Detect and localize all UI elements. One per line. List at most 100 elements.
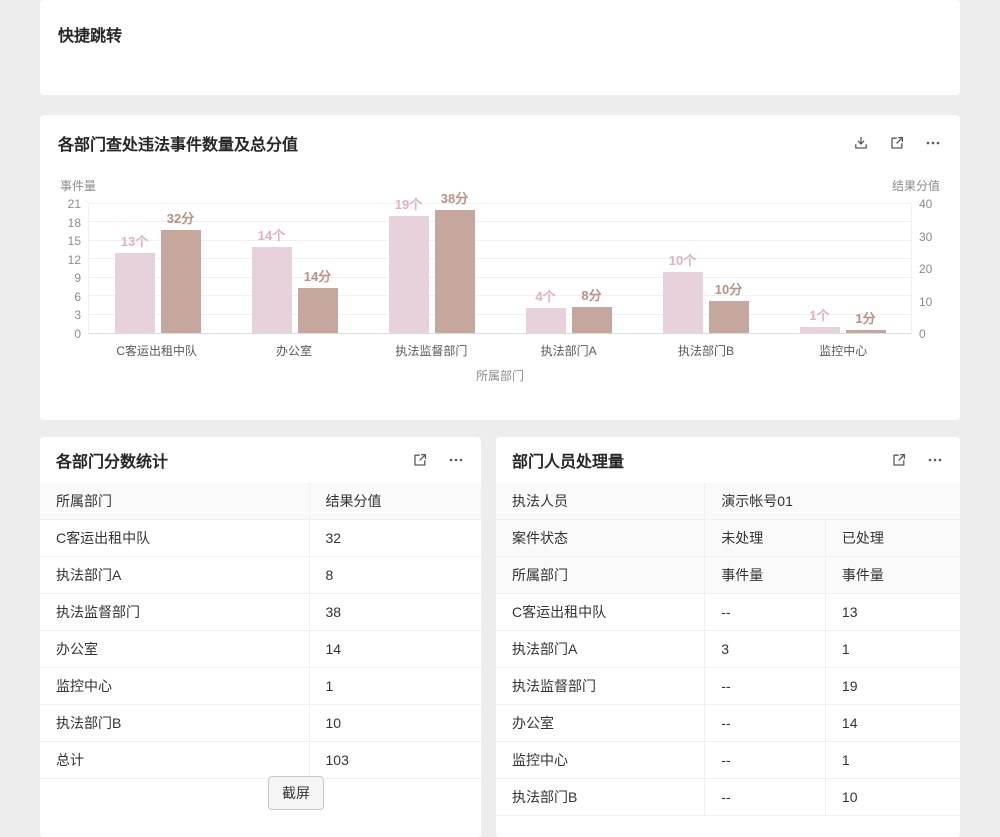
table-cell: 办公室: [40, 631, 309, 668]
screenshot-button[interactable]: 截屏: [268, 776, 324, 810]
table-row: 监控中心1: [40, 668, 481, 705]
open-in-new-icon[interactable]: [888, 134, 906, 152]
bottom-row: 各部门分数统计 所属部门结果分值 C客运出租中队32执法部门A8执法监督部门38…: [40, 437, 960, 837]
table-row: 办公室--14: [496, 705, 960, 742]
bar-value-label: 4个: [535, 286, 555, 305]
bar-value-label: 1分: [855, 308, 875, 327]
table-header-cell: 所属部门: [496, 557, 705, 594]
bar-value-label: 38分: [441, 188, 468, 207]
more-icon[interactable]: [924, 134, 942, 152]
bar-结果分值[interactable]: 32分: [161, 230, 201, 333]
table-header-cell: 未处理: [705, 520, 826, 557]
table-cell: 1: [825, 742, 960, 779]
table-cell: 办公室: [496, 705, 705, 742]
bar-结果分值[interactable]: 8分: [572, 307, 612, 333]
table-cell: 监控中心: [40, 668, 309, 705]
bar-group: 1个 1分: [774, 204, 911, 333]
axis-titles: 事件量 结果分值: [58, 177, 942, 194]
bar-结果分值[interactable]: 1分: [846, 330, 886, 333]
left-axis-ticks: 036912151821: [58, 204, 88, 334]
table-header-row: 执法人员演示帐号01: [496, 483, 960, 520]
bar-事件量[interactable]: 10个: [663, 272, 703, 333]
table-cell: 1: [309, 668, 481, 705]
staff-table-body: C客运出租中队--13执法部门A31执法监督部门--19办公室--14监控中心-…: [496, 594, 960, 816]
table-cell: 1: [825, 631, 960, 668]
table-cell: 总计: [40, 742, 309, 779]
open-in-new-icon[interactable]: [411, 451, 429, 469]
table-cell: 10: [825, 779, 960, 816]
dashboard-page: 快捷跳转 各部门查处违法事件数量及总分值 事件量 结果分值: [0, 0, 1000, 837]
bar-事件量[interactable]: 4个: [526, 308, 566, 333]
bar-value-label: 1个: [809, 305, 829, 324]
score-table: 所属部门结果分值 C客运出租中队32执法部门A8执法监督部门38办公室14监控中…: [40, 483, 481, 779]
table-cell: 14: [309, 631, 481, 668]
more-icon[interactable]: [926, 451, 944, 469]
table-row: C客运出租中队32: [40, 520, 481, 557]
table-header-row: 所属部门结果分值: [40, 483, 481, 520]
table-cell: 103: [309, 742, 481, 779]
bar-value-label: 13个: [121, 231, 148, 250]
left-axis-title: 事件量: [60, 177, 96, 194]
bar-事件量[interactable]: 19个: [389, 216, 429, 333]
table-cell: 38: [309, 594, 481, 631]
category-label: 执法部门A: [500, 342, 637, 359]
x-axis-title: 所属部门: [58, 367, 942, 384]
bar-groups: 13个32分14个14分19个38分4个8分10个10分1个1分: [89, 204, 911, 333]
table-header-cell: 结果分值: [309, 483, 481, 520]
table-row: 执法部门A31: [496, 631, 960, 668]
table-cell: 14: [825, 705, 960, 742]
bar-事件量[interactable]: 1个: [800, 327, 840, 333]
score-card-header: 各部门分数统计: [40, 437, 481, 483]
staff-card-actions: [890, 451, 944, 469]
table-row: 执法部门B10: [40, 705, 481, 742]
left-axis-tick-label: 21: [68, 198, 81, 210]
bar-结果分值[interactable]: 10分: [709, 301, 749, 333]
table-cell: 32: [309, 520, 481, 557]
category-label: C客运出租中队: [88, 342, 225, 359]
table-cell: 执法部门B: [40, 705, 309, 742]
score-card-actions: [411, 451, 465, 469]
table-cell: 19: [825, 668, 960, 705]
quick-jump-title: 快捷跳转: [58, 22, 942, 46]
download-icon[interactable]: [852, 134, 870, 152]
right-axis-tick-label: 30: [919, 231, 932, 243]
score-table-head: 所属部门结果分值: [40, 483, 481, 520]
table-row: 办公室14: [40, 631, 481, 668]
left-axis-tick-label: 18: [68, 217, 81, 229]
bar-结果分值[interactable]: 38分: [435, 210, 475, 333]
bar-结果分值[interactable]: 14分: [298, 288, 338, 333]
bar-value-label: 19个: [395, 194, 422, 213]
table-cell: 执法部门B: [496, 779, 705, 816]
chart-card-actions: [852, 134, 942, 152]
table-header-cell: 案件状态: [496, 520, 705, 557]
category-label: 办公室: [225, 342, 362, 359]
table-cell: 监控中心: [496, 742, 705, 779]
table-row: 执法部门A8: [40, 557, 481, 594]
open-in-new-icon[interactable]: [890, 451, 908, 469]
chart-plot: 13个32分14个14分19个38分4个8分10个10分1个1分: [88, 204, 912, 334]
more-icon[interactable]: [447, 451, 465, 469]
category-label: 执法监督部门: [363, 342, 500, 359]
table-cell: 8: [309, 557, 481, 594]
table-header-row: 案件状态未处理已处理: [496, 520, 960, 557]
bar-group: 4个8分: [500, 204, 637, 333]
table-cell: 执法监督部门: [40, 594, 309, 631]
table-cell: --: [705, 779, 826, 816]
table-row: 总计103: [40, 742, 481, 779]
bar-group: 14个14分: [226, 204, 363, 333]
table-header-cell: 已处理: [825, 520, 960, 557]
chart-card: 各部门查处违法事件数量及总分值 事件量 结果分值 036912151821: [40, 115, 960, 420]
bar-事件量[interactable]: 14个: [252, 247, 292, 333]
table-row: 执法部门B--10: [496, 779, 960, 816]
chart-card-title: 各部门查处违法事件数量及总分值: [58, 131, 298, 155]
bar-事件量[interactable]: 13个: [115, 253, 155, 333]
staff-table-head: 执法人员演示帐号01案件状态未处理已处理所属部门事件量事件量: [496, 483, 960, 594]
table-cell: 10: [309, 705, 481, 742]
staff-card-header: 部门人员处理量: [496, 437, 960, 483]
score-card-title: 各部门分数统计: [56, 448, 168, 472]
left-axis-tick-label: 12: [68, 254, 81, 266]
table-row: 执法监督部门38: [40, 594, 481, 631]
left-axis-tick-label: 9: [74, 272, 81, 284]
table-cell: C客运出租中队: [40, 520, 309, 557]
plot-row: 036912151821 13个32分14个14分19个38分4个8分10个10…: [58, 204, 942, 334]
